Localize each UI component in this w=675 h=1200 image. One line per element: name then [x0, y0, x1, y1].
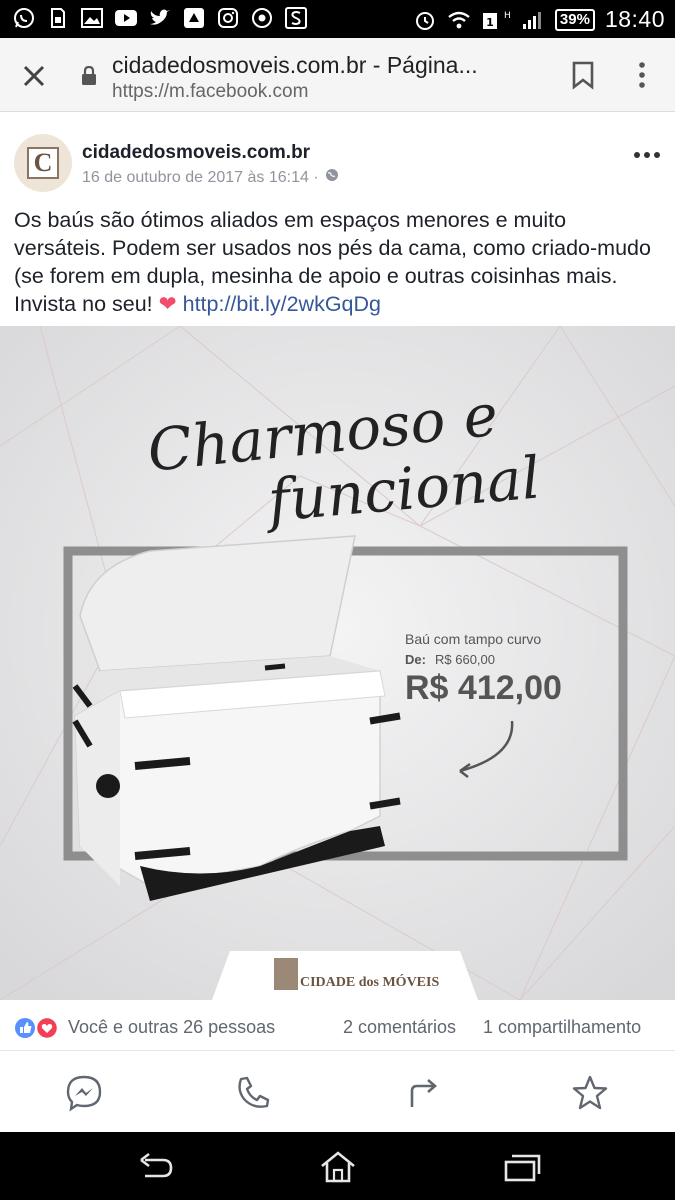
shares-count[interactable]: 1 compartilhamento	[483, 1017, 641, 1038]
heart-emoji-icon: ❤	[158, 292, 177, 316]
brand-logo-mark	[274, 958, 298, 990]
page-name[interactable]: cidadedosmoveis.com.br	[82, 142, 310, 164]
post-image[interactable]: Charmoso e funcional Baú com tampo curvo…	[0, 326, 675, 1000]
page-url[interactable]: https://m.facebook.com	[112, 81, 308, 103]
chrome-icon	[250, 6, 274, 30]
youtube-icon	[114, 6, 138, 30]
page-title: cidadedosmoveis.com.br - Página...	[112, 52, 478, 78]
post-text: Os baús são ótimos aliados em espaços me…	[14, 206, 664, 318]
app-s-icon	[284, 6, 308, 30]
old-price: R$ 660,00	[435, 652, 495, 667]
battery-level: 39%	[554, 8, 595, 31]
sale-price: R$ 412,00	[405, 669, 562, 707]
svg-text:1: 1	[486, 16, 494, 29]
messenger-icon[interactable]	[64, 1073, 104, 1113]
brand-logo-text: CIDADE dos MÓVEIS	[300, 973, 439, 990]
url-host: m.facebook.com	[169, 81, 309, 102]
app-notification-icon	[182, 6, 206, 30]
close-icon[interactable]	[20, 62, 48, 90]
gallery-icon	[80, 6, 104, 30]
sim-1-icon: 1H	[481, 8, 511, 32]
old-price-label: De:	[405, 652, 426, 667]
system-nav-bar	[0, 1132, 675, 1200]
url-scheme: https://	[112, 81, 170, 102]
recents-icon[interactable]	[502, 1150, 542, 1184]
alarm-icon	[413, 8, 437, 32]
share-icon[interactable]	[402, 1073, 442, 1113]
instagram-icon	[216, 6, 240, 30]
svg-text:H: H	[504, 11, 510, 21]
post-header: C cidadedosmoveis.com.br 16 de outubro d…	[0, 118, 675, 202]
avatar[interactable]: C	[14, 134, 72, 192]
comments-count[interactable]: 2 comentários	[343, 1017, 456, 1038]
post-options-icon[interactable]	[632, 148, 662, 160]
post-timestamp[interactable]: 16 de outubro de 2017 às 16:14 ·	[82, 168, 339, 187]
phone-icon[interactable]	[233, 1073, 273, 1113]
bookmark-icon[interactable]	[570, 60, 596, 90]
overflow-menu-icon[interactable]	[632, 60, 652, 90]
reaction-icons[interactable]	[14, 1016, 60, 1040]
post-link[interactable]: http://bit.ly/2wkGqDg	[183, 292, 381, 316]
lock-icon	[80, 65, 98, 86]
globe-icon	[325, 168, 339, 187]
timestamp-text: 16 de outubro de 2017 às 16:14 ·	[82, 168, 319, 186]
browser-toolbar: cidadedosmoveis.com.br - Página... https…	[0, 38, 675, 112]
back-icon[interactable]	[135, 1150, 175, 1184]
signal-icon	[521, 8, 545, 32]
whatsapp-icon	[12, 6, 36, 30]
clock: 18:40	[604, 6, 665, 32]
star-icon[interactable]	[570, 1073, 610, 1113]
home-icon[interactable]	[318, 1150, 358, 1184]
reactions-bar: Você e outras 26 pessoas 2 comentários 1…	[0, 1004, 675, 1050]
status-bar: 1H 39% 18:40	[0, 0, 675, 38]
avatar-logo-letter: C	[27, 147, 59, 179]
action-bar	[0, 1050, 675, 1132]
sim-icon	[46, 6, 70, 30]
twitter-icon	[148, 6, 172, 30]
product-name: Baú com tampo curvo	[405, 631, 541, 647]
wifi-icon	[447, 8, 471, 32]
reactions-label[interactable]: Você e outras 26 pessoas	[68, 1017, 275, 1038]
